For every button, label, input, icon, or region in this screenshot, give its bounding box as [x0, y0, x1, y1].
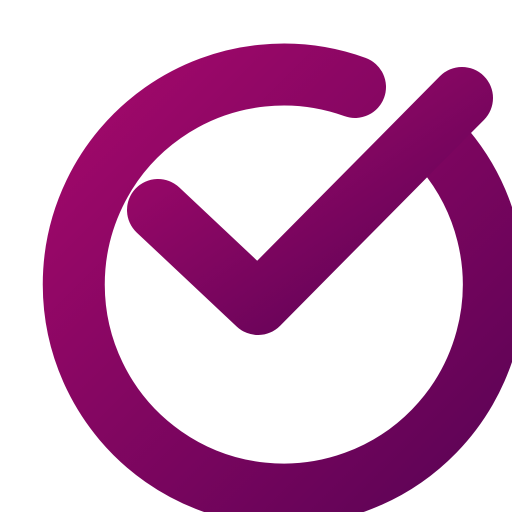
checkmark [127, 67, 493, 335]
check-circle-icon [42, 43, 512, 512]
icon-canvas [0, 0, 512, 512]
